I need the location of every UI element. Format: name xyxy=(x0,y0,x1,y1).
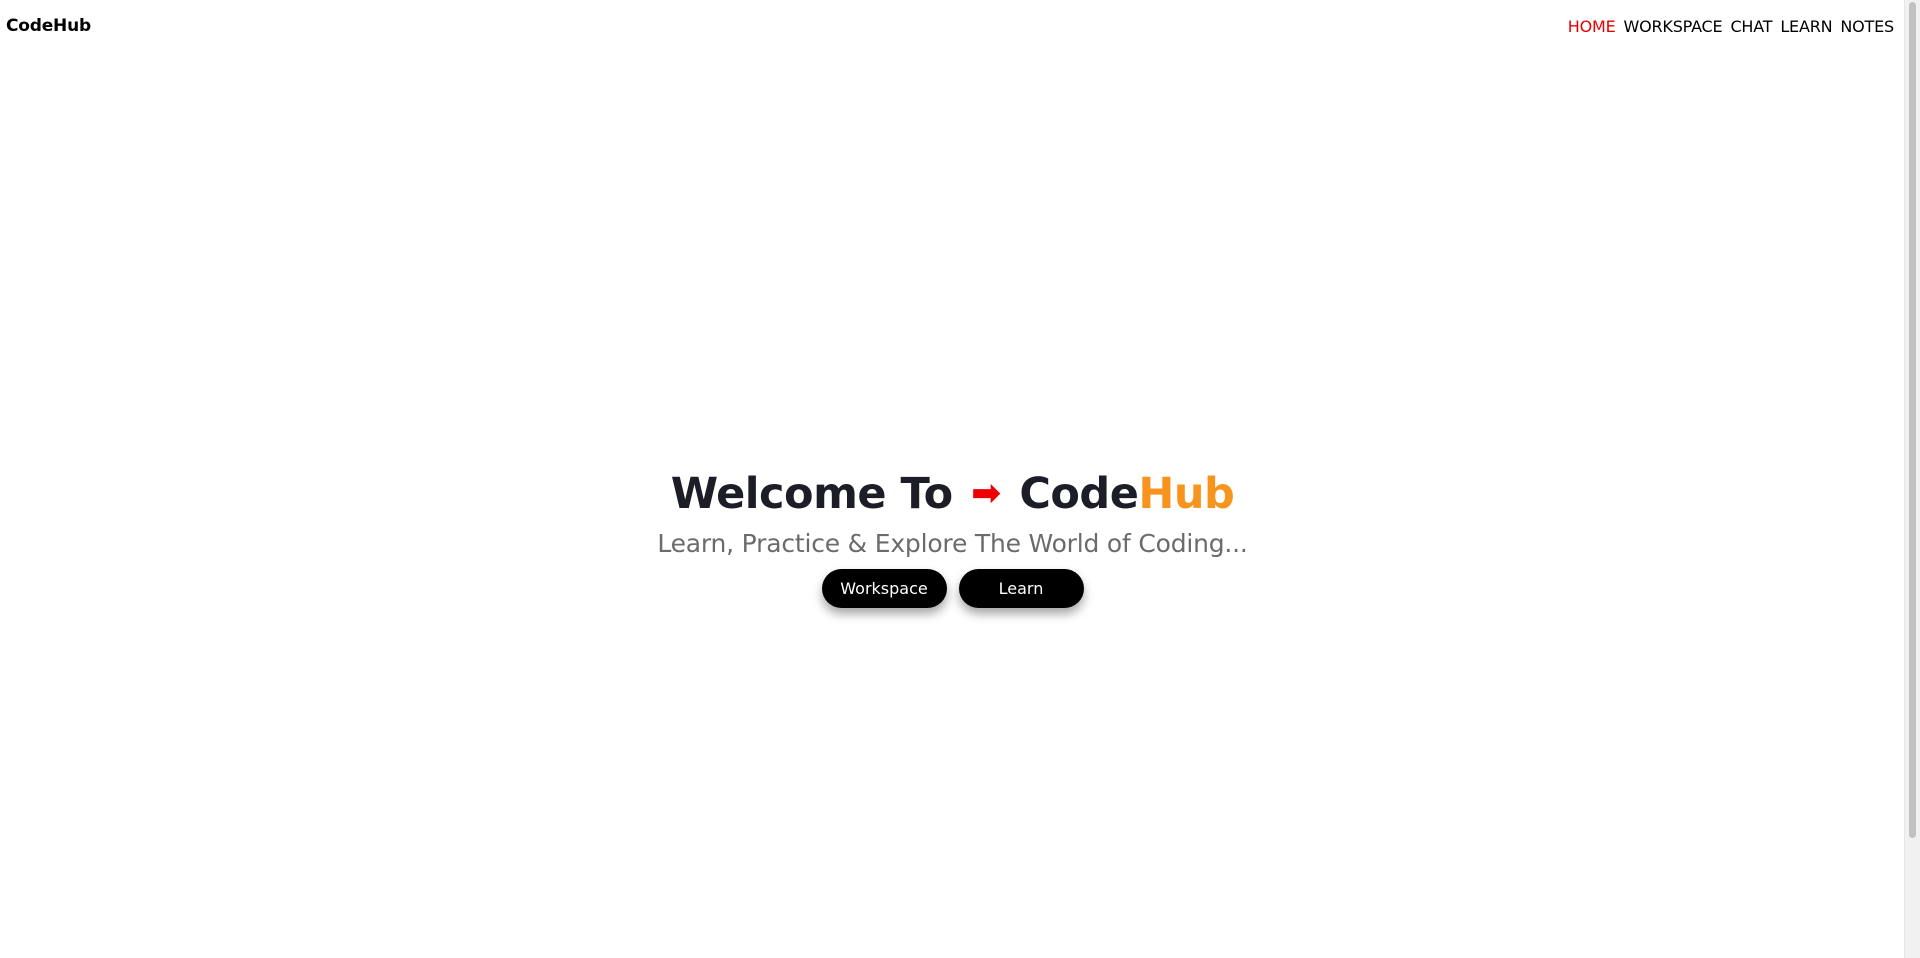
workspace-button[interactable]: Workspace xyxy=(821,569,947,608)
learn-button[interactable]: Learn xyxy=(958,569,1084,608)
nav-notes-link[interactable]: NOTES xyxy=(1840,17,1894,36)
nav-workspace-link[interactable]: WORKSPACE xyxy=(1623,17,1722,36)
nav-home-link[interactable]: HOME xyxy=(1568,17,1616,36)
scrollbar-thumb[interactable] xyxy=(1909,2,1916,838)
nav-chat-link[interactable]: CHAT xyxy=(1730,17,1772,36)
brand-logo[interactable]: CodeHub xyxy=(6,16,91,36)
hero-title-accent: Hub xyxy=(1138,469,1235,519)
nav-learn-link[interactable]: LEARN xyxy=(1780,17,1832,36)
hero-title: Welcome To ➡ CodeHub xyxy=(0,463,1905,525)
hero-buttons: Workspace Learn xyxy=(0,569,1905,608)
hero-title-prefix: Welcome To xyxy=(670,469,953,519)
navbar: CodeHub HOME WORKSPACE CHAT LEARN NOTES xyxy=(0,0,1905,56)
page: CodeHub HOME WORKSPACE CHAT LEARN NOTES … xyxy=(0,0,1920,958)
vertical-scrollbar[interactable] xyxy=(1904,0,1920,958)
nav-links: HOME WORKSPACE CHAT LEARN NOTES xyxy=(1568,17,1894,36)
hero-title-main: Code xyxy=(1019,469,1139,519)
hero-section: Welcome To ➡ CodeHub Learn, Practice & E… xyxy=(0,463,1905,608)
hero-subtitle: Learn, Practice & Explore The World of C… xyxy=(657,529,1248,558)
arrow-right-icon: ➡ xyxy=(971,473,1001,514)
